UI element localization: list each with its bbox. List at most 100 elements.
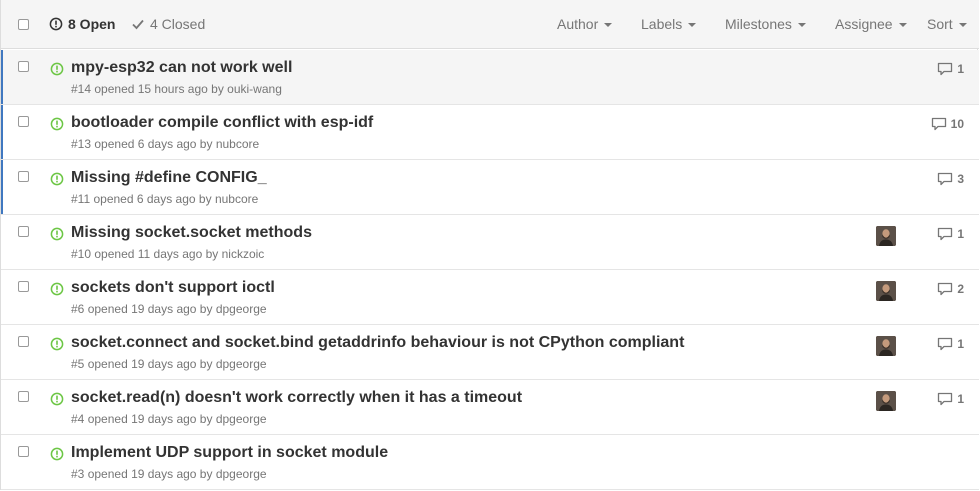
issue-row[interactable]: mpy-esp32 can not work well #14 opened 1… xyxy=(1,50,979,105)
comment-count: 1 xyxy=(957,392,964,406)
comment-icon xyxy=(938,227,953,241)
chevron-down-icon xyxy=(958,23,967,27)
issue-meta: #3 opened 19 days ago by dpgeorge xyxy=(71,467,267,481)
chevron-down-icon xyxy=(688,23,697,27)
assignee-filter[interactable]: Assignee xyxy=(835,16,907,32)
comment-count: 3 xyxy=(957,172,964,186)
issue-author-link[interactable]: dpgeorge xyxy=(216,357,267,371)
assignee-avatar[interactable] xyxy=(876,391,896,411)
issue-title[interactable]: mpy-esp32 can not work well xyxy=(71,59,292,77)
comments-link[interactable]: 1 xyxy=(937,62,964,76)
issue-title[interactable]: socket.read(n) doesn't work correctly wh… xyxy=(71,389,522,407)
issue-row[interactable]: Missing socket.socket methods #10 opened… xyxy=(1,215,979,270)
issue-number: #4 xyxy=(71,412,85,426)
issue-row[interactable]: socket.read(n) doesn't work correctly wh… xyxy=(1,380,979,435)
issue-title[interactable]: sockets don't support ioctl xyxy=(71,279,275,297)
issue-row[interactable]: sockets don't support ioctl #6 opened 19… xyxy=(1,270,979,325)
issue-title[interactable]: Missing #define CONFIG_ xyxy=(71,169,267,187)
milestones-filter[interactable]: Milestones xyxy=(725,16,806,32)
milestones-filter-label: Milestones xyxy=(725,16,792,32)
comments-link[interactable]: 1 xyxy=(937,392,964,406)
chevron-down-icon xyxy=(797,23,806,27)
issue-opened-text: opened 15 hours ago by xyxy=(94,82,224,96)
issue-author-link[interactable]: ouki-wang xyxy=(227,82,282,96)
issue-author-link[interactable]: dpgeorge xyxy=(216,412,267,426)
issue-author-link[interactable]: nubcore xyxy=(215,192,258,206)
comments-link[interactable]: 3 xyxy=(937,172,964,186)
comment-icon xyxy=(938,337,953,351)
issue-opened-icon xyxy=(50,227,64,241)
issue-number: #11 xyxy=(71,192,91,206)
issue-author-link[interactable]: nickzoic xyxy=(222,247,265,261)
issue-opened-icon xyxy=(50,392,64,406)
issue-author-link[interactable]: dpgeorge xyxy=(216,302,267,316)
author-filter[interactable]: Author xyxy=(557,16,613,32)
issue-row[interactable]: Implement UDP support in socket module #… xyxy=(1,435,979,490)
comment-icon xyxy=(938,392,953,406)
issue-meta: #14 opened 15 hours ago by ouki-wang xyxy=(71,82,282,96)
comments-link[interactable]: 1 xyxy=(937,227,964,241)
closed-count-label: 4 Closed xyxy=(150,16,206,32)
issue-checkbox[interactable] xyxy=(18,446,29,457)
issue-checkbox[interactable] xyxy=(18,391,29,402)
issue-meta: #13 opened 6 days ago by nubcore xyxy=(71,137,259,151)
chevron-down-icon xyxy=(898,23,907,27)
issue-title[interactable]: bootloader compile conflict with esp-idf xyxy=(71,114,373,132)
issue-number: #3 xyxy=(71,467,85,481)
comment-icon xyxy=(938,172,953,186)
comment-count: 1 xyxy=(957,227,964,241)
assignee-avatar[interactable] xyxy=(876,226,896,246)
issue-checkbox[interactable] xyxy=(18,116,29,127)
issue-checkbox[interactable] xyxy=(18,336,29,347)
assignee-filter-label: Assignee xyxy=(835,16,893,32)
issue-author-link[interactable]: nubcore xyxy=(216,137,259,151)
comment-icon xyxy=(931,117,946,131)
issues-list: 8 Open 4 Closed Author Labels Milestones… xyxy=(0,0,979,490)
issue-opened-text: opened 11 days ago by xyxy=(94,247,219,261)
issue-number: #14 xyxy=(71,82,92,96)
issue-opened-text: opened 19 days ago by xyxy=(87,357,213,371)
issue-number: #10 xyxy=(71,247,92,261)
issue-title[interactable]: socket.connect and socket.bind getaddrin… xyxy=(71,334,684,352)
issue-checkbox[interactable] xyxy=(18,226,29,237)
issue-meta: #5 opened 19 days ago by dpgeorge xyxy=(71,357,267,371)
issue-row[interactable]: socket.connect and socket.bind getaddrin… xyxy=(1,325,979,380)
issue-row[interactable]: bootloader compile conflict with esp-idf… xyxy=(1,105,979,160)
author-filter-label: Author xyxy=(557,16,599,32)
issue-opened-icon xyxy=(50,62,64,76)
issue-row[interactable]: Missing #define CONFIG_ #11 opened 6 day… xyxy=(1,160,979,215)
comments-link[interactable]: 10 xyxy=(931,117,964,131)
labels-filter-label: Labels xyxy=(641,16,683,32)
open-count-label: 8 Open xyxy=(68,16,116,32)
issue-opened-icon xyxy=(50,447,64,461)
comments-link[interactable]: 2 xyxy=(937,282,964,296)
check-icon xyxy=(132,19,144,30)
issue-checkbox[interactable] xyxy=(18,171,29,182)
comment-count: 1 xyxy=(957,337,964,351)
select-all-checkbox[interactable] xyxy=(18,19,29,30)
comments-link[interactable]: 1 xyxy=(937,337,964,351)
avatar-image xyxy=(876,281,896,301)
issue-opened-icon xyxy=(50,172,64,186)
labels-filter[interactable]: Labels xyxy=(641,16,697,32)
issue-checkbox[interactable] xyxy=(18,281,29,292)
issue-opened-icon xyxy=(50,117,64,131)
comment-count: 10 xyxy=(950,117,964,131)
issue-number: #13 xyxy=(71,137,92,151)
issue-title[interactable]: Missing socket.socket methods xyxy=(71,224,312,242)
issue-meta: #10 opened 11 days ago by nickzoic xyxy=(71,247,264,261)
assignee-avatar[interactable] xyxy=(876,336,896,356)
sort-filter[interactable]: Sort xyxy=(927,16,967,32)
issue-opened-text: opened 19 days ago by xyxy=(87,467,213,481)
open-issues-tab[interactable]: 8 Open xyxy=(49,16,115,32)
issue-number: #5 xyxy=(71,357,85,371)
issue-checkbox[interactable] xyxy=(18,61,29,72)
avatar-image xyxy=(876,391,896,411)
chevron-down-icon xyxy=(604,23,613,27)
issue-title[interactable]: Implement UDP support in socket module xyxy=(71,444,388,462)
comment-count: 1 xyxy=(957,62,964,76)
closed-issues-tab[interactable]: 4 Closed xyxy=(131,16,205,32)
issue-author-link[interactable]: dpgeorge xyxy=(216,467,267,481)
assignee-avatar[interactable] xyxy=(876,281,896,301)
issue-meta: #11 opened 6 days ago by nubcore xyxy=(71,192,258,206)
